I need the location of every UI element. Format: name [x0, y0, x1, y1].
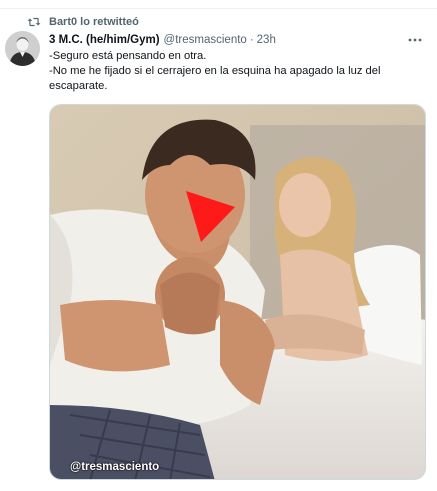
- photo-watermark: @tresmasciento: [70, 461, 160, 473]
- author-display-name[interactable]: 3 M.C. (he/him/Gym): [49, 34, 160, 46]
- author-handle[interactable]: @tresmasciento: [164, 34, 247, 46]
- avatar-image: [5, 31, 40, 66]
- tweet-text: -Seguro está pensando en otra. -No me he…: [49, 49, 419, 94]
- retweet-context-label: Bart0 lo retwitteó: [49, 16, 139, 28]
- header-separator: ·: [249, 34, 254, 46]
- tweet-text-line-1: -Seguro está pensando en otra.: [49, 50, 207, 62]
- timeline-top-edge: [0, 0, 437, 9]
- tweet-header: 3 M.C. (he/him/Gym) @tresmasciento · 23h: [49, 32, 423, 48]
- more-options-button[interactable]: [407, 32, 423, 48]
- photo-illustration: [50, 105, 425, 479]
- retweet-context[interactable]: Bart0 lo retwitteó: [27, 14, 139, 30]
- tweet-media-photo[interactable]: [49, 104, 426, 480]
- tweet-text-line-2: -No me he fijado si el cerrajero en la e…: [49, 65, 381, 92]
- tweet-timestamp[interactable]: 23h: [257, 34, 276, 46]
- author-avatar[interactable]: [5, 31, 40, 66]
- retweet-icon: [27, 17, 41, 27]
- more-icon: [408, 38, 422, 42]
